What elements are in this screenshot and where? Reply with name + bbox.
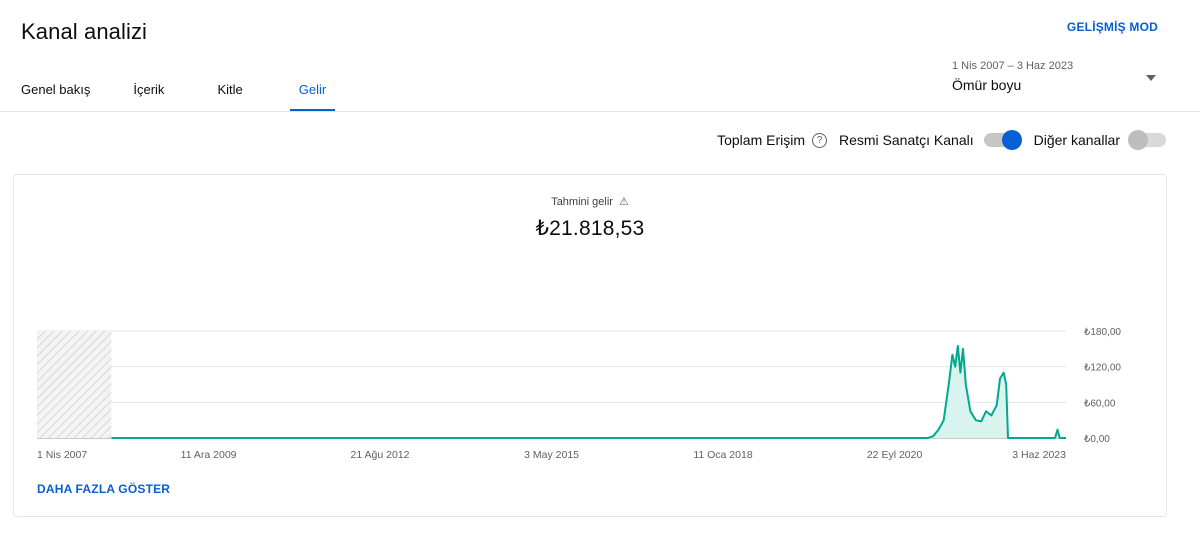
toggle-knob [1001,130,1022,150]
x-tick-label: 3 Haz 2023 [1012,449,1066,461]
x-tick-label: 11 Ara 2009 [181,449,237,461]
y-tick-label: ₺120,00 [1084,363,1121,374]
show-more-button[interactable]: DAHA FAZLA GÖSTER [37,482,170,496]
tab-audience[interactable]: Kitle [217,66,242,112]
official-artist-toggle[interactable] [983,130,1022,150]
series-area [111,345,1066,438]
help-icon[interactable]: ? [812,132,827,148]
revenue-card: Tahmini gelir ⚠ ₺21.818,53 ₺0,00 ₺60,00 ₺12… [13,174,1167,517]
page-title: Kanal analizi [21,19,148,44]
other-channels-label: Diğer kanallar [1033,132,1120,148]
caret-down-icon [1146,75,1156,81]
revenue-chart[interactable]: ₺0,00 ₺60,00 ₺120,00 ₺180,00 1 Nis 2007 11 A… [14,175,1168,475]
y-tick-label: ₺60,00 [1084,398,1116,409]
no-data-region [37,331,112,438]
tab-content[interactable]: İçerik [133,66,164,112]
x-tick-label: 11 Oca 2018 [693,449,753,461]
date-range-label: Ömür boyu [952,77,1022,93]
y-tick-label: ₺0,00 [1084,434,1110,445]
y-tick-label: ₺180,00 [1084,327,1121,338]
advanced-mode-button[interactable]: GELİŞMİŞ MOD [1067,20,1158,34]
x-tick-label: 22 Eyl 2020 [867,449,923,461]
total-reach-label: Toplam Erişim [717,132,805,148]
tab-bar: Genel bakış İçerik Kitle Gelir [0,66,336,112]
filter-bar: Toplam Erişim ? Resmi Sanatçı Kanalı Diğ… [717,130,1166,150]
analytics-page: Kanal analizi GELİŞMİŞ MOD Genel bakış İ… [0,0,1200,535]
header-divider [0,111,1200,112]
x-tick-label: 1 Nis 2007 [37,449,87,461]
tab-revenue[interactable]: Gelir [289,66,336,112]
official-artist-label: Resmi Sanatçı Kanalı [839,132,974,148]
series-line [111,344,1066,439]
date-range-text: 1 Nis 2007 – 3 Haz 2023 [952,60,1074,72]
tab-overview[interactable]: Genel bakış [21,66,90,112]
toggle-knob [1128,130,1148,150]
date-range-selector[interactable]: 1 Nis 2007 – 3 Haz 2023 Ömür boyu [952,60,1160,93]
x-tick-label: 3 May 2015 [524,449,579,461]
x-tick-label: 21 Ağu 2012 [351,449,410,461]
other-channels-toggle[interactable] [1128,130,1166,150]
